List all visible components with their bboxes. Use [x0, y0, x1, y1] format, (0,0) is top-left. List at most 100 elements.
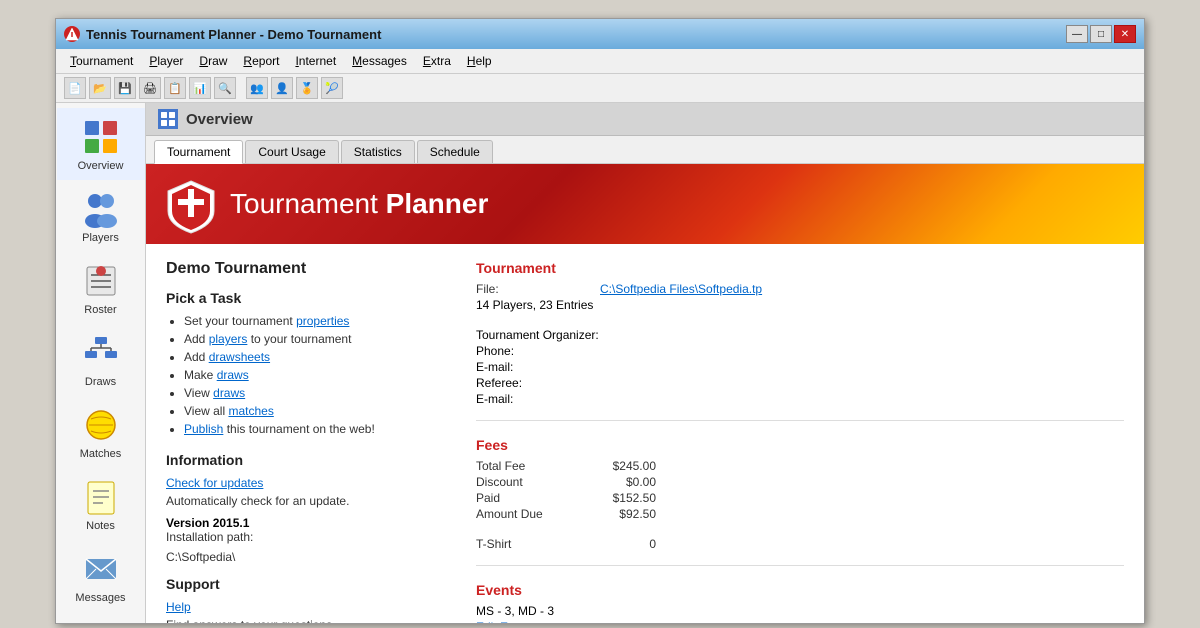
- left-column: Demo Tournament Pick a Task Set your tou…: [166, 260, 446, 623]
- install-path: C:\Softpedia\: [166, 550, 446, 564]
- sidebar-item-draws[interactable]: Draws: [57, 324, 145, 396]
- fees-section-title: Fees: [476, 437, 1124, 453]
- information-title: Information: [166, 452, 446, 468]
- fees-section: Fees Total Fee $245.00 Discount $0.00: [476, 437, 1124, 566]
- sidebar-label-notes: Notes: [86, 520, 115, 532]
- toolbar-icon5[interactable]: 📋: [164, 77, 186, 99]
- roster-icon: [80, 260, 122, 302]
- task-publish: Publish this tournament on the web!: [184, 422, 446, 436]
- referee-row: Referee:: [476, 376, 1124, 390]
- toolbar-save[interactable]: 💾: [114, 77, 136, 99]
- overview-icon: [80, 116, 122, 158]
- help-link[interactable]: Help: [166, 600, 446, 614]
- toolbar: 📄 📂 💾 🖨 📋 📊 🔍 👥 👤 🏅 🎾: [56, 74, 1144, 103]
- file-label: File:: [476, 282, 596, 296]
- tournament-section-title: Tournament: [476, 260, 1124, 276]
- menu-report[interactable]: Report: [237, 52, 285, 70]
- task-make-draws: Make draws: [184, 368, 446, 382]
- notes-icon: [80, 476, 122, 518]
- sidebar-label-players: Players: [82, 232, 119, 244]
- content-title: Overview: [186, 111, 253, 128]
- toolbar-icon11[interactable]: 🎾: [321, 77, 343, 99]
- menu-bar: Tournament Player Draw Report Internet M…: [56, 49, 1144, 74]
- sidebar: Overview Players: [56, 103, 146, 623]
- fee-row-2: Paid $152.50: [476, 491, 1124, 505]
- edit-events-link[interactable]: Edit Events...: [476, 620, 547, 623]
- fee-row-3: Amount Due $92.50: [476, 507, 1124, 521]
- support-title: Support: [166, 576, 446, 592]
- toolbar-icon6[interactable]: 📊: [189, 77, 211, 99]
- menu-tournament[interactable]: Tournament: [64, 52, 139, 70]
- tab-court-usage[interactable]: Court Usage: [245, 140, 338, 163]
- tshirt-row: T-Shirt 0: [476, 537, 1124, 551]
- sidebar-item-notes[interactable]: Notes: [57, 468, 145, 540]
- tshirt-value: 0: [586, 537, 656, 551]
- link-drawsheets[interactable]: drawsheets: [209, 350, 270, 364]
- window-title: Tennis Tournament Planner - Demo Tournam…: [86, 27, 381, 42]
- tab-tournament[interactable]: Tournament: [154, 140, 243, 164]
- referee-label: Referee:: [476, 376, 522, 390]
- link-make-draws[interactable]: draws: [217, 368, 249, 382]
- menu-extra[interactable]: Extra: [417, 52, 457, 70]
- fee-value-2: $152.50: [586, 491, 656, 505]
- help-text: Find answers to your questions.: [166, 618, 446, 623]
- close-button[interactable]: ✕: [1114, 25, 1136, 43]
- task-properties: Set your tournament properties: [184, 314, 446, 328]
- link-publish[interactable]: Publish: [184, 422, 223, 436]
- tab-statistics[interactable]: Statistics: [341, 140, 415, 163]
- sidebar-label-overview: Overview: [78, 160, 124, 172]
- window-controls: — □ ✕: [1066, 25, 1136, 43]
- toolbar-players[interactable]: 👥: [246, 77, 268, 99]
- phone-label: Phone:: [476, 344, 514, 358]
- toolbar-icon9[interactable]: 👤: [271, 77, 293, 99]
- toolbar-icon10[interactable]: 🏅: [296, 77, 318, 99]
- link-properties[interactable]: properties: [296, 314, 349, 328]
- support-section: Support Help Find answers to your questi…: [166, 576, 446, 623]
- events-section-title: Events: [476, 582, 1124, 598]
- main-layout: Overview Players: [56, 103, 1144, 623]
- banner-shield-icon: [166, 179, 216, 229]
- fee-label-1: Discount: [476, 475, 586, 489]
- right-column: Tournament File: C:\Softpedia Files\Soft…: [476, 260, 1124, 623]
- sidebar-label-messages: Messages: [75, 592, 125, 604]
- overview-content: Tournament Planner Demo Tournament Pick …: [146, 164, 1144, 623]
- email2-row: E-mail:: [476, 392, 1124, 406]
- sidebar-item-overview[interactable]: Overview: [57, 108, 145, 180]
- sidebar-label-matches: Matches: [80, 448, 122, 460]
- fee-label-0: Total Fee: [476, 459, 586, 473]
- tournament-info-section: Tournament File: C:\Softpedia Files\Soft…: [476, 260, 1124, 421]
- sidebar-label-roster: Roster: [84, 304, 116, 316]
- menu-help[interactable]: Help: [461, 52, 498, 70]
- events-text: MS - 3, MD - 3: [476, 604, 554, 618]
- menu-player[interactable]: Player: [143, 52, 189, 70]
- messages-icon: [80, 548, 122, 590]
- phone-row: Phone:: [476, 344, 1124, 358]
- banner: Tournament Planner: [146, 164, 1144, 244]
- check-updates-link[interactable]: Check for updates: [166, 476, 446, 490]
- toolbar-print[interactable]: 🖨: [139, 77, 161, 99]
- menu-draw[interactable]: Draw: [193, 52, 233, 70]
- sidebar-item-messages[interactable]: Messages: [57, 540, 145, 612]
- tab-schedule[interactable]: Schedule: [417, 140, 493, 163]
- toolbar-new[interactable]: 📄: [64, 77, 86, 99]
- banner-title-bold: Planner: [378, 188, 488, 219]
- menu-messages[interactable]: Messages: [346, 52, 413, 70]
- maximize-button[interactable]: □: [1090, 25, 1112, 43]
- sidebar-item-matches[interactable]: Matches: [57, 396, 145, 468]
- menu-internet[interactable]: Internet: [289, 52, 342, 70]
- sidebar-label-draws: Draws: [85, 376, 116, 388]
- toolbar-icon7[interactable]: 🔍: [214, 77, 236, 99]
- task-add-players: Add players to your tournament: [184, 332, 446, 346]
- link-matches[interactable]: matches: [228, 404, 273, 418]
- link-view-draws[interactable]: draws: [213, 386, 245, 400]
- fees-table: Total Fee $245.00 Discount $0.00 Paid $1…: [476, 459, 1124, 521]
- sidebar-item-roster[interactable]: Roster: [57, 252, 145, 324]
- toolbar-open[interactable]: 📂: [89, 77, 111, 99]
- app-icon: [64, 26, 80, 42]
- update-text: Automatically check for an update.: [166, 494, 446, 508]
- email-row: E-mail:: [476, 360, 1124, 374]
- minimize-button[interactable]: —: [1066, 25, 1088, 43]
- link-players[interactable]: players: [209, 332, 248, 346]
- file-link[interactable]: C:\Softpedia Files\Softpedia.tp: [600, 282, 762, 296]
- sidebar-item-players[interactable]: Players: [57, 180, 145, 252]
